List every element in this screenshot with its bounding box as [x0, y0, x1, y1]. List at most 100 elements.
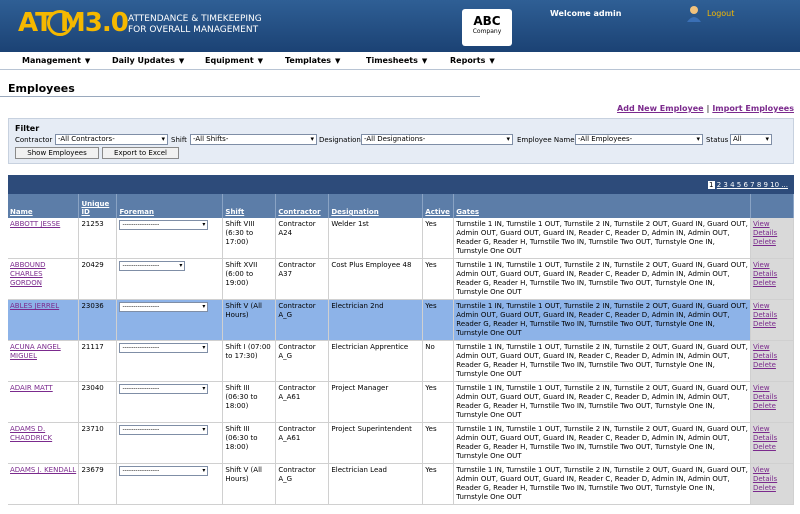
- details-link[interactable]: Details: [753, 352, 791, 361]
- foreman-select[interactable]: -----------------: [119, 425, 209, 435]
- employee-name-select[interactable]: -All Employees-: [575, 134, 703, 145]
- details-link[interactable]: Details: [753, 270, 791, 279]
- menu-reports[interactable]: Reports ▼: [450, 56, 495, 65]
- view-link[interactable]: View: [753, 343, 791, 352]
- employee-name-link[interactable]: ADAMS D. CHADDRICK: [10, 425, 52, 442]
- employee-name-link[interactable]: ABBOUND CHARLES GORDON: [10, 261, 46, 287]
- employee-name-link[interactable]: ABBOTT JESSE: [10, 220, 60, 228]
- tagline-line2: FOR OVERALL MANAGEMENT: [128, 25, 259, 35]
- cell-name: ABBOTT JESSE: [8, 218, 80, 259]
- view-link[interactable]: View: [753, 384, 791, 393]
- menu-timesheets[interactable]: Timesheets ▼: [366, 56, 427, 65]
- export-excel-button[interactable]: Export to Excel: [102, 147, 179, 159]
- cell-contractor: Contractor A_G: [275, 299, 330, 341]
- table-row[interactable]: ADAIR MATT 23040 ----------------- Shift…: [8, 381, 795, 423]
- employee-name-link[interactable]: ADAIR MATT: [10, 384, 53, 392]
- col-unique-id[interactable]: Unique ID: [78, 194, 118, 218]
- cell-designation: Electrician Apprentice: [328, 340, 424, 382]
- view-link[interactable]: View: [753, 302, 791, 311]
- table-row[interactable]: ACUNA ANGEL MIGUEL 21117 ---------------…: [8, 340, 795, 382]
- menu-templates[interactable]: Templates ▼: [285, 56, 340, 65]
- import-employees-link[interactable]: Import Employees: [712, 104, 794, 113]
- clock-icon: [47, 10, 73, 36]
- foreman-select[interactable]: -----------------: [119, 466, 209, 476]
- cell-unique-id: 23679: [78, 463, 118, 505]
- view-link[interactable]: View: [753, 425, 791, 434]
- cell-active: No: [422, 340, 455, 382]
- details-link[interactable]: Details: [753, 229, 791, 238]
- menu-label: Management: [22, 56, 81, 65]
- col-contractor[interactable]: Contractor: [275, 194, 330, 218]
- user-icon: [687, 6, 701, 22]
- add-employee-link[interactable]: Add New Employee: [617, 104, 704, 113]
- table-row[interactable]: ADAMS J. KENDALL 23679 -----------------…: [8, 463, 795, 505]
- details-link[interactable]: Details: [753, 311, 791, 320]
- menu-daily-updates[interactable]: Daily Updates ▼: [112, 56, 184, 65]
- page-current[interactable]: 1: [708, 181, 715, 189]
- col-name[interactable]: Name: [8, 194, 80, 218]
- logout-link[interactable]: Logout: [707, 9, 734, 18]
- table-row[interactable]: ABLES JERREL 23036 ----------------- Shi…: [8, 299, 795, 341]
- col-shift[interactable]: Shift: [222, 194, 277, 218]
- foreman-select[interactable]: -----------------: [119, 343, 209, 353]
- delete-link[interactable]: Delete: [753, 443, 791, 452]
- cell-designation: Cost Plus Employee 48: [328, 258, 424, 300]
- cell-name: ABLES JERREL: [8, 299, 80, 341]
- cell-contractor: Contractor A_A61: [275, 381, 330, 423]
- cell-unique-id: 23036: [78, 299, 118, 341]
- col-gates[interactable]: Gates: [453, 194, 751, 218]
- foreman-select[interactable]: -----------------: [119, 220, 209, 230]
- table-row[interactable]: ADAMS D. CHADDRICK 23710 ---------------…: [8, 422, 795, 464]
- status-label: Status: [706, 136, 729, 144]
- delete-link[interactable]: Delete: [753, 402, 791, 411]
- show-employees-button[interactable]: Show Employees: [15, 147, 99, 159]
- cell-shift: Shift I (07:00 to 17:30): [222, 340, 277, 382]
- foreman-select[interactable]: -----------------: [119, 302, 209, 312]
- menu-management[interactable]: Management ▼: [22, 56, 90, 65]
- col-designation[interactable]: Designation: [328, 194, 424, 218]
- delete-link[interactable]: Delete: [753, 320, 791, 329]
- menu-label: Equipment: [205, 56, 254, 65]
- cell-designation: Welder 1st: [328, 218, 424, 259]
- dropdown-arrow-icon: ▼: [84, 57, 91, 65]
- details-link[interactable]: Details: [753, 393, 791, 402]
- page-title: Employees: [8, 82, 75, 95]
- cell-shift: Shift III (06:30 to 18:00): [222, 381, 277, 423]
- tagline-line1: ATTENDANCE & TIMEKEEPING: [128, 14, 262, 24]
- designation-select[interactable]: -All Designations-: [361, 134, 513, 145]
- contractor-select[interactable]: -All Contractors-: [55, 134, 168, 145]
- delete-link[interactable]: Delete: [753, 361, 791, 370]
- status-select[interactable]: All: [730, 134, 772, 145]
- cell-shift: Shift VIII (6:30 to 17:00): [222, 218, 277, 259]
- view-link[interactable]: View: [753, 261, 791, 270]
- menu-equipment[interactable]: Equipment ▼: [205, 56, 263, 65]
- view-link[interactable]: View: [753, 220, 791, 229]
- dropdown-arrow-icon: ▼: [178, 57, 185, 65]
- delete-link[interactable]: Delete: [753, 279, 791, 288]
- employee-name-link[interactable]: ACUNA ANGEL MIGUEL: [10, 343, 61, 360]
- delete-link[interactable]: Delete: [753, 484, 791, 493]
- employees-table: Name Unique ID Foreman Shift Contractor …: [8, 194, 795, 505]
- details-link[interactable]: Details: [753, 475, 791, 484]
- company-logo: ABC Company: [462, 9, 512, 46]
- col-active[interactable]: Active: [422, 194, 455, 218]
- cell-name: ACUNA ANGEL MIGUEL: [8, 340, 80, 382]
- table-row[interactable]: ABBOTT JESSE 21253 ----------------- Shi…: [8, 218, 795, 259]
- employee-name-link[interactable]: ADAMS J. KENDALL: [10, 466, 76, 474]
- table-row[interactable]: ABBOUND CHARLES GORDON 20429 -----------…: [8, 258, 795, 300]
- cell-gates: Turnstile 1 IN, Turnstile 1 OUT, Turnsti…: [453, 422, 751, 464]
- foreman-select[interactable]: -----------------: [119, 261, 186, 271]
- employee-name-link[interactable]: ABLES JERREL: [10, 302, 59, 310]
- delete-link[interactable]: Delete: [753, 238, 791, 247]
- col-foreman[interactable]: Foreman: [116, 194, 224, 218]
- cell-contractor: Contractor A24: [275, 218, 330, 259]
- shift-select[interactable]: -All Shifts-: [190, 134, 317, 145]
- cell-shift: Shift XVII (6:00 to 19:00): [222, 258, 277, 300]
- page-links[interactable]: 2 3 4 5 6 7 8 9 10 ...: [717, 181, 788, 189]
- foreman-select[interactable]: -----------------: [119, 384, 209, 394]
- details-link[interactable]: Details: [753, 434, 791, 443]
- cell-shift: Shift III (06:30 to 18:00): [222, 422, 277, 464]
- cell-foreman: -----------------: [116, 258, 224, 300]
- cell-name: ADAIR MATT: [8, 381, 80, 423]
- view-link[interactable]: View: [753, 466, 791, 475]
